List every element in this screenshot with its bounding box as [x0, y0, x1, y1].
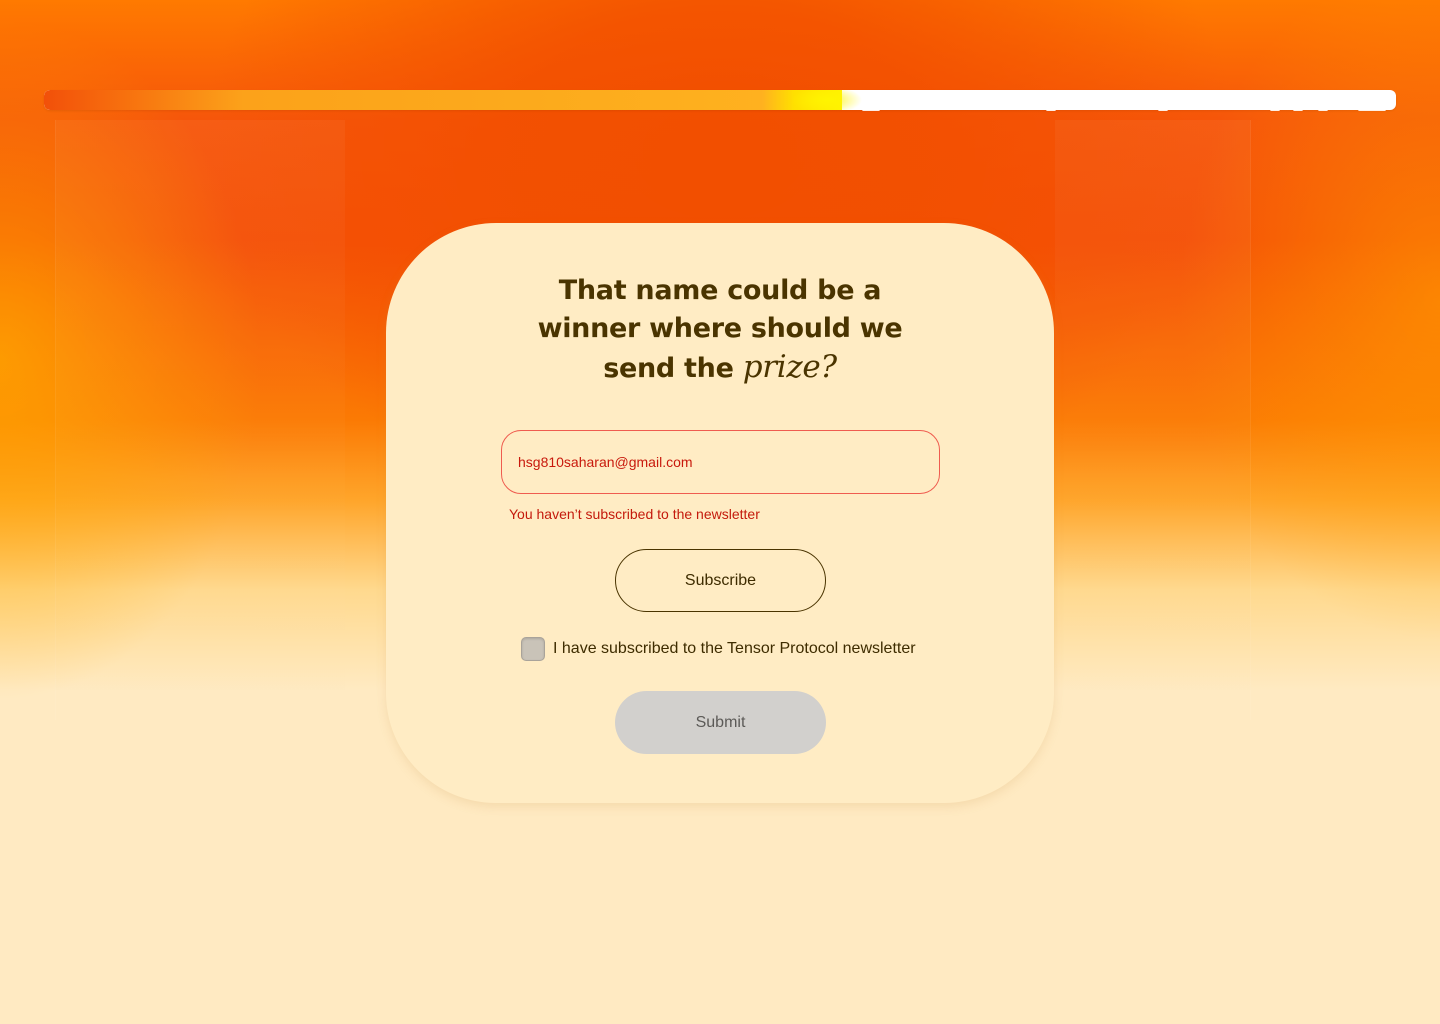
- page-title: That name could be a winner where should…: [0, 272, 1440, 388]
- title-line-3-prefix: send the: [603, 353, 743, 384]
- progress-tick: [1318, 108, 1328, 111]
- newsletter-checkbox[interactable]: [521, 637, 545, 661]
- submit-button[interactable]: Submit: [615, 691, 826, 754]
- newsletter-checkbox-label[interactable]: I have subscribed to the Tensor Protocol…: [553, 640, 916, 658]
- background-panel-right: [1055, 120, 1251, 720]
- title-emphasis: prize?: [742, 349, 837, 385]
- progress-tick: [1158, 108, 1168, 111]
- title-line-1: That name could be a: [558, 275, 882, 306]
- progress-tick: [1270, 108, 1280, 111]
- title-line-2: winner where should we: [537, 313, 903, 344]
- email-field[interactable]: [501, 430, 940, 494]
- progress-tick: [1358, 108, 1386, 111]
- progress-tick: [1046, 108, 1056, 111]
- progress-bar-glow: [792, 90, 862, 110]
- progress-bar: [44, 90, 1396, 110]
- newsletter-checkbox-row[interactable]: I have subscribed to the Tensor Protocol…: [521, 636, 916, 662]
- progress-tick: [1293, 108, 1303, 111]
- title-line-3: send the prize?: [0, 348, 1440, 388]
- progress-tick: [862, 108, 880, 111]
- background-panel-left: [55, 120, 345, 720]
- subscribe-button[interactable]: Subscribe: [615, 549, 826, 612]
- progress-bar-fill: [44, 90, 842, 110]
- email-error-message: You haven’t subscribed to the newsletter: [509, 506, 760, 522]
